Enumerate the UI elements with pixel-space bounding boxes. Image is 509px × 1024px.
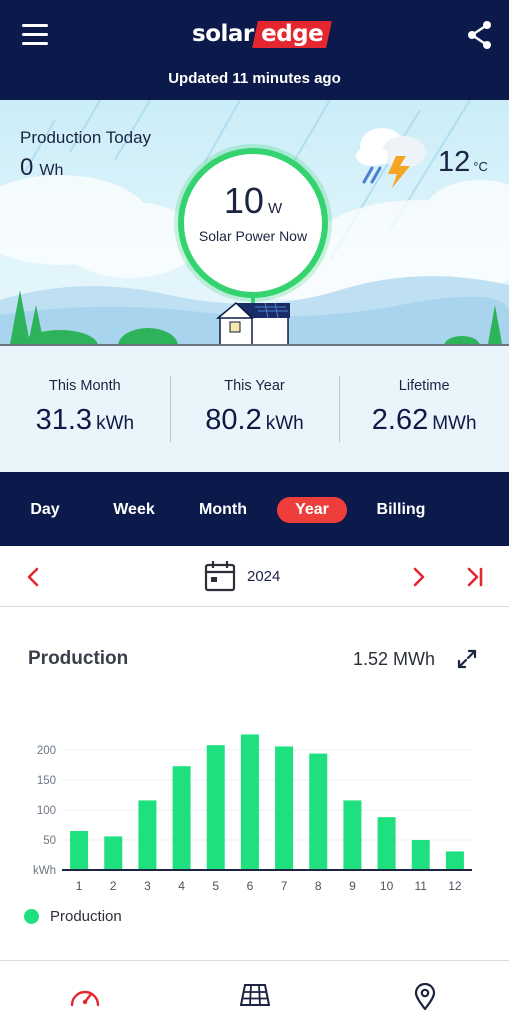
solar-panel-layout-icon[interactable] [240,983,270,1007]
bar [138,800,157,870]
x-tick-label: 10 [380,879,394,893]
x-tick-label: 11 [415,879,428,893]
solar-power-now-gauge[interactable]: 10 W Solar Power Now [178,148,328,298]
stat-number: 2.62 [371,404,429,436]
tab-day[interactable]: Day [18,497,72,523]
y-tick-label: 200 [37,745,56,757]
bar [240,734,259,870]
solar-power-label: Solar Power Now [198,228,308,244]
x-tick-label: 2 [110,879,117,893]
legend-label-production: Production [50,908,122,925]
bar [70,831,89,870]
solar-power-unit: W [267,200,283,217]
x-tick-label: 12 [448,879,462,893]
y-tick-label: 100 [37,805,56,817]
location-pin-icon[interactable] [414,983,436,1011]
x-tick-label: 5 [212,879,219,893]
x-tick-label: 4 [178,879,185,893]
tab-week[interactable]: Week [104,497,164,523]
x-tick-label: 8 [315,879,322,893]
time-range-tabs: Day Week Month Year Billing [0,472,509,546]
stat-label: This Year [224,378,285,394]
energy-summary: This Month 31.3 kWh This Year 80.2 kWh Lif… [0,346,509,472]
tab-month[interactable]: Month [190,497,256,523]
dashboard-gauge-icon[interactable] [69,983,101,1009]
bar [309,753,328,870]
x-tick-label: 6 [247,879,254,893]
y-tick-label: 50 [43,835,56,847]
chart-legend[interactable]: Production [24,908,122,925]
bottom-navigation [0,960,509,1024]
stat-number: 80.2 [205,404,262,436]
skip-to-end-icon[interactable] [465,566,485,588]
logo-text-edge: edge [251,20,332,48]
chevron-left-icon[interactable] [24,566,42,588]
stat-value: 2.62 MWh [339,404,509,437]
temperature: 12 °C [438,146,488,179]
top-bar: solar edge Updated 11 minutes ago [0,0,509,100]
x-tick-label: 3 [144,879,151,893]
stat-label: Lifetime [398,378,450,394]
share-icon[interactable] [466,20,494,50]
period-navigator: 2024 [0,546,509,607]
bar [445,851,464,870]
stat-number: 31.3 [35,404,93,436]
stat-label: This Month [48,378,121,394]
logo-text-solar: solar [192,21,254,47]
production-bar-chart: 50100150200kWh1 2 3 4 5 6 7 8 9 10 11 12 [33,734,472,893]
bar [206,745,225,870]
logo-text-edge-inner: edge [260,20,323,47]
stat-lifetime: Lifetime 2.62 MWh [339,346,509,472]
production-today-label: Production Today [20,128,152,147]
solar-power-number: 10 [223,180,264,221]
production-today-value: 0 Wh [20,154,63,182]
tab-billing[interactable]: Billing [368,497,434,523]
expand-icon[interactable] [456,648,478,670]
period-label: 2024 [247,568,281,585]
stat-this-year: This Year 80.2 kWh [169,346,340,472]
chevron-right-icon[interactable] [410,566,428,588]
stat-unit: kWh [265,413,304,434]
stat-value: 80.2 kWh [170,404,340,437]
stat-unit: MWh [432,413,477,434]
stat-unit: kWh [96,413,135,434]
stat-value: 31.3 kWh [0,404,170,437]
y-axis-unit-label: kWh [33,865,56,877]
site-overview-hero: Production Today 0 Wh 10 W Solar Power Now… [0,100,509,346]
bar [343,800,362,870]
x-tick-label: 7 [281,879,288,893]
bar [104,836,123,870]
calendar-icon[interactable] [204,560,236,592]
solar-power-value: 10 W [184,180,322,222]
bar [172,766,191,870]
x-tick-label: 1 [76,879,83,893]
bar [275,746,294,870]
menu-icon[interactable] [22,24,48,46]
temperature-value: 12 [438,146,471,178]
bar [411,840,430,870]
production-today-number: 0 [20,154,34,181]
production-card-title: Production [28,648,129,669]
y-tick-label: 150 [37,775,56,787]
tab-year[interactable]: Year [277,497,347,523]
legend-swatch-production [24,909,39,924]
temperature-unit: °C [473,159,488,174]
bar [377,817,396,870]
x-tick-label: 9 [349,879,356,893]
production-total: 1.52 MWh [353,649,436,669]
production-today-unit: Wh [39,162,64,179]
solaredge-logo: solar edge [192,18,332,50]
last-updated-text: Updated 11 minutes ago [168,70,341,87]
thunderstorm-icon [356,128,426,188]
stat-this-month: This Month 31.3 kWh [0,346,170,472]
